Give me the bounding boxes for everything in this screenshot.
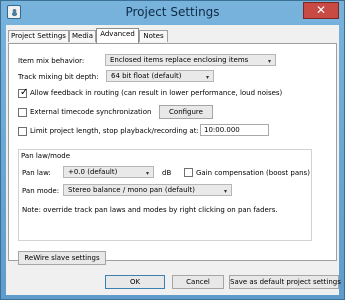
external-timecode-label: External timecode synchronization — [30, 108, 152, 116]
pan-mode-value: Stereo balance / mono pan (default) — [68, 186, 195, 194]
chevron-down-icon: ▾ — [223, 188, 227, 195]
pan-mode-label: Pan mode: — [22, 187, 60, 195]
item-mix-behavior-select[interactable]: Enclosed items replace enclosing items ▾ — [105, 54, 276, 66]
advanced-tab-panel: Item mix behavior: Enclosed items replac… — [8, 43, 337, 265]
limit-project-length-checkbox[interactable] — [18, 127, 27, 136]
tab-notes[interactable]: Notes — [139, 30, 168, 42]
pan-law-select[interactable]: +0.0 (default) ▾ — [63, 166, 154, 178]
ok-button[interactable]: OK — [105, 275, 165, 289]
cancel-button[interactable]: Cancel — [172, 275, 224, 289]
external-timecode-checkbox[interactable] — [18, 108, 27, 117]
chevron-down-icon: ▾ — [267, 58, 271, 65]
gain-compensation-label: Gain compensation (boost pans) — [196, 169, 310, 177]
tab-project-settings[interactable]: Project Settings — [8, 30, 69, 42]
allow-feedback-label: Allow feedback in routing (can result in… — [30, 89, 283, 97]
tab-media[interactable]: Media — [69, 30, 96, 42]
chevron-down-icon: ▾ — [205, 74, 209, 81]
item-mix-behavior-value: Enclosed items replace enclosing items — [110, 56, 249, 64]
pan-law-group-title: Pan law/mode — [21, 152, 71, 160]
configure-button[interactable]: Configure — [159, 105, 213, 119]
item-mix-behavior-label: Item mix behavior: — [18, 57, 85, 65]
close-button[interactable]: ✕ — [303, 2, 339, 19]
pan-note: Note: override track pan laws and modes … — [22, 206, 278, 214]
track-mixing-bit-depth-label: Track mixing bit depth: — [18, 73, 99, 81]
save-default-project-settings-button[interactable]: Save as default project settings — [229, 275, 341, 289]
db-unit-label: dB — [162, 169, 172, 177]
rewire-slave-settings-button[interactable]: ReWire slave settings — [18, 251, 106, 265]
limit-project-length-input[interactable]: 10:00.000 — [200, 124, 269, 136]
gain-compensation-checkbox[interactable] — [184, 168, 193, 177]
window-title: Project Settings — [125, 5, 220, 19]
pan-mode-select[interactable]: Stereo balance / mono pan (default) ▾ — [63, 184, 232, 196]
project-settings-window: Project Settings ✕ Project Settings Medi… — [0, 0, 345, 300]
chevron-down-icon: ▾ — [145, 170, 149, 177]
dialog-client-area: Project Settings Media Advanced Notes It… — [6, 25, 341, 295]
pan-law-value: +0.0 (default) — [68, 168, 118, 176]
track-mixing-bit-depth-select[interactable]: 64 bit float (default) ▾ — [106, 70, 214, 82]
limit-project-length-label: Limit project length, stop playback/reco… — [30, 127, 199, 135]
track-mixing-bit-depth-value: 64 bit float (default) — [111, 72, 182, 80]
tab-advanced[interactable]: Advanced — [96, 28, 139, 43]
title-bar: Project Settings ✕ — [1, 1, 344, 23]
pan-law-label: Pan law: — [22, 169, 51, 177]
allow-feedback-checkbox[interactable] — [18, 87, 28, 98]
